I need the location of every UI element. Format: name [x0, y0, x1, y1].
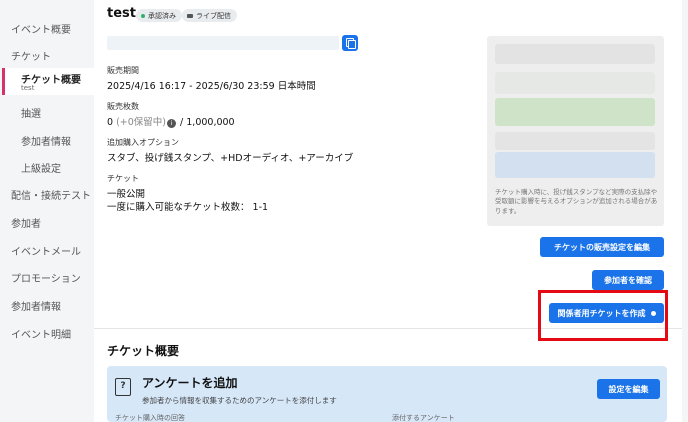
ticket-type-label: チケット	[107, 174, 139, 183]
sidebar-item-ticket[interactable]: チケット	[11, 48, 51, 63]
ticket-type-value: 一般公開	[107, 189, 146, 200]
sold-count-number: 0	[107, 117, 114, 128]
survey-description: 参加者から情報を収集するためのアンケートを添付します	[142, 396, 337, 405]
sidebar-item-event-mail[interactable]: イベントメール	[11, 243, 81, 258]
sidebar-item-lottery[interactable]: 抽選	[21, 105, 41, 120]
sale-period-value: 2025/4/16 16:17 - 2025/6/30 23:59 日本時間	[107, 81, 316, 92]
options-value: スタブ、投げ銭スタンプ、+HDオーディオ、+アーカイブ	[107, 153, 354, 164]
status-badge-live-label: ライブ配信	[196, 11, 231, 20]
preview-blur-block	[495, 44, 655, 64]
sold-count-label: 販売枚数	[107, 102, 139, 111]
survey-card: ? アンケートを追加 参加者から情報を収集するためのアンケートを添付します 設定…	[107, 366, 667, 422]
survey-title: アンケートを追加	[142, 376, 238, 390]
sold-count-value: 0 (+0保留中) i / 1,000,000	[107, 114, 235, 128]
status-badge-approved-label: 承認済み	[148, 11, 176, 20]
ticket-url-field[interactable]	[107, 36, 339, 50]
camera-icon	[187, 13, 193, 18]
section-title: チケット概要	[107, 344, 180, 358]
sidebar-item-promotion[interactable]: プロモーション	[11, 270, 81, 285]
sidebar-item-participant-info[interactable]: 参加者情報	[21, 133, 71, 148]
preview-blur-block	[495, 98, 655, 126]
ticket-limit-value: 一度に購入可能なチケット枚数： 1-1	[107, 202, 269, 213]
copy-icon[interactable]	[342, 35, 358, 51]
edit-sales-settings-button[interactable]: チケットの販売設定を編集	[540, 237, 664, 257]
options-label: 追加購入オプション	[107, 138, 179, 147]
ticket-preview-image: チケット購入時に、投げ銭スタンプなど実際の支払除や受取額に影響を与えるオプション…	[487, 36, 664, 226]
status-badge-approved: 承認済み	[136, 9, 182, 22]
sidebar-item-participants[interactable]: 参加者	[11, 215, 41, 230]
main-panel: test 承認済み ライブ配信 販売期間 2025/4/16 16:17 - 2…	[94, 0, 682, 422]
preview-blur-block	[495, 72, 655, 94]
edit-settings-button[interactable]: 設定を編集	[597, 379, 660, 399]
page-title: test	[107, 6, 136, 21]
sale-period-label: 販売期間	[107, 66, 139, 75]
highlight-box	[538, 290, 668, 341]
survey-column-answer: チケット購入時の回答	[115, 414, 185, 422]
status-badge-live: ライブ配信	[182, 9, 237, 22]
approved-dot-icon	[141, 13, 145, 18]
info-icon[interactable]: i	[167, 119, 176, 128]
sidebar-item-event-statement[interactable]: イベント明細	[11, 326, 71, 341]
sidebar: イベント概要 チケット チケット概要 test 抽選 参加者情報 上級設定 配信…	[0, 0, 94, 422]
confirm-participants-button[interactable]: 参加者を確認	[592, 270, 664, 290]
sidebar-active-indicator	[2, 68, 5, 95]
sidebar-item-advanced[interactable]: 上級設定	[21, 160, 61, 175]
sold-count-reserved: (+0保留中)	[116, 117, 166, 128]
survey-column-attached: 添付するアンケート	[392, 414, 455, 422]
scrollbar[interactable]	[682, 0, 688, 422]
sidebar-item-streaming-test[interactable]: 配信・接続テスト	[11, 187, 91, 202]
sidebar-item-ticket-overview-sub: test	[21, 84, 35, 92]
preview-note: チケット購入時に、投げ銭スタンプなど実際の支払除や受取額に影響を与えるオプション…	[495, 188, 658, 215]
preview-blur-block	[495, 132, 655, 150]
survey-question-icon: ?	[115, 378, 131, 396]
preview-blur-block	[495, 152, 655, 178]
sidebar-item-participant-info-2[interactable]: 参加者情報	[11, 298, 61, 313]
sidebar-item-event-overview[interactable]: イベント概要	[11, 21, 71, 36]
sold-count-total: / 1,000,000	[180, 117, 235, 128]
